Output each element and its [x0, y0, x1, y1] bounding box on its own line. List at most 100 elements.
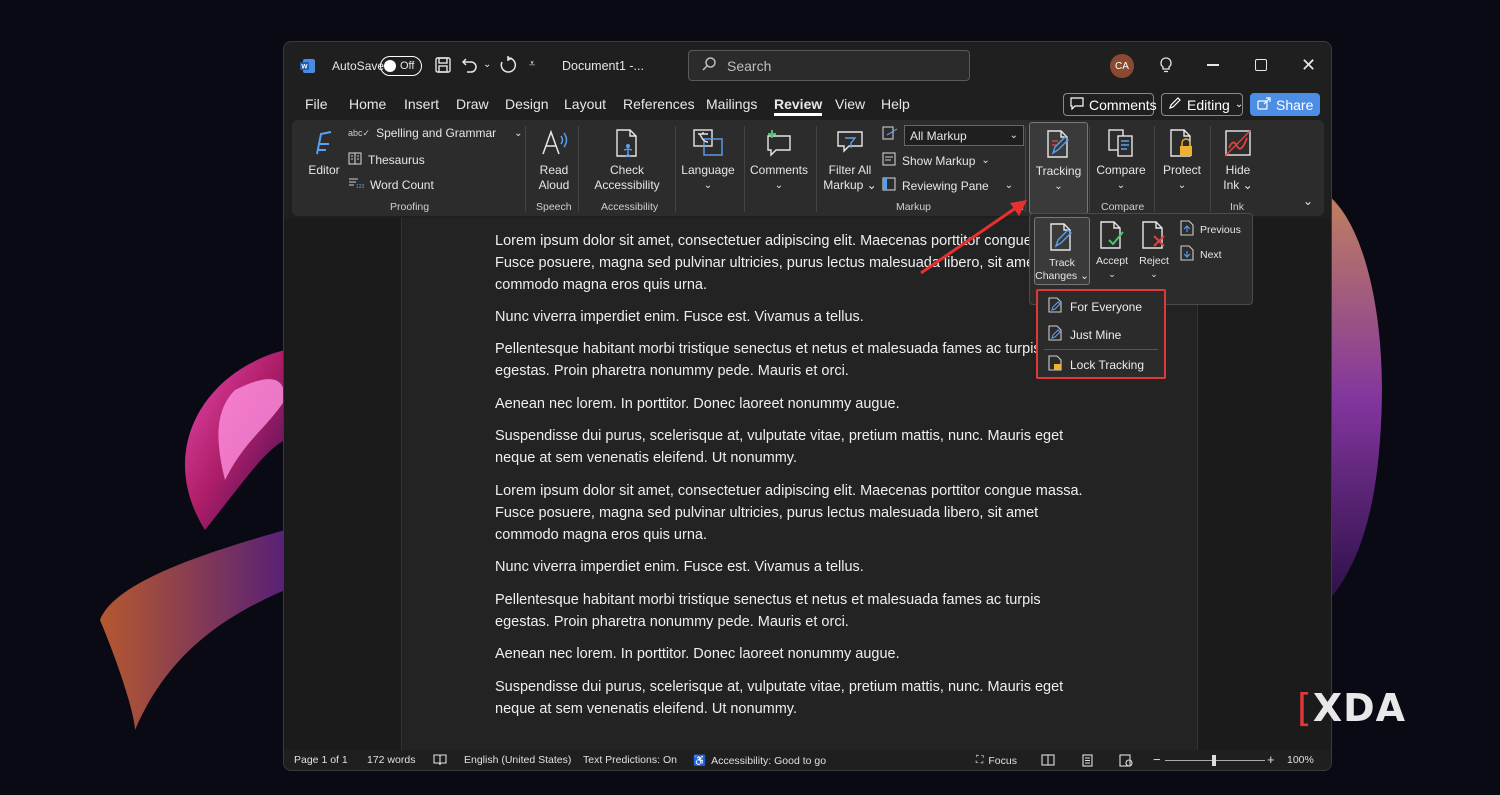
filter-all-label: Filter All [828, 163, 872, 177]
tracking-label: Tracking [1035, 164, 1082, 178]
read-aloud-button[interactable]: Read Aloud [530, 126, 578, 193]
paragraph: Nunc viverra imperdiet enim. Fusce est. … [495, 559, 864, 575]
previous-change-button[interactable]: Previous [1180, 220, 1241, 239]
editor-button[interactable]: Editor [304, 126, 344, 178]
tab-view[interactable]: View [835, 96, 865, 112]
paragraph: Nunc viverra imperdiet enim. Fusce est. … [495, 309, 864, 325]
reviewing-pane-button[interactable]: Reviewing Pane ⌄ [882, 177, 1013, 194]
maximize-icon[interactable] [1255, 59, 1267, 71]
reject-button[interactable]: Reject ⌄ [1136, 218, 1172, 281]
next-change-button[interactable]: Next [1180, 245, 1222, 264]
hide-ink-button[interactable]: Hide Ink ⌄ [1214, 126, 1262, 193]
language-button[interactable]: Language ⌄ [680, 126, 736, 193]
focus-mode-button[interactable]: ⛶ Focus [976, 754, 1017, 767]
tab-mailings[interactable]: Mailings [706, 96, 757, 112]
tab-help[interactable]: Help [881, 96, 910, 112]
autosave-state: Off [400, 60, 415, 72]
compare-group-label: Compare [1101, 201, 1145, 213]
accept-label: Accept [1095, 255, 1129, 267]
accept-button[interactable]: Accept ⌄ [1094, 218, 1130, 281]
lightbulb-icon[interactable] [1158, 56, 1174, 74]
save-icon[interactable] [434, 56, 452, 74]
lock-tracking-icon [1048, 355, 1062, 374]
all-markup-select[interactable]: All Markup ⌄ [904, 125, 1024, 146]
read-aloud-label-line2: Aloud [538, 178, 570, 192]
avatar[interactable]: CA [1110, 54, 1134, 78]
zoom-level[interactable]: 100% [1287, 754, 1314, 766]
tracking-icon [1042, 127, 1076, 161]
autosave-toggle[interactable]: Off [380, 56, 422, 76]
compare-label: Compare [1096, 163, 1146, 177]
customize-toolbar-icon[interactable]: ⩡ [529, 58, 535, 71]
compare-button[interactable]: Compare ⌄ [1092, 126, 1150, 193]
spelling-label: Spelling and Grammar [376, 126, 497, 140]
accessibility-status-label: Accessibility: Good to go [711, 754, 827, 767]
tab-file[interactable]: File [305, 96, 328, 112]
read-mode-icon[interactable] [1041, 754, 1055, 766]
editing-mode-button[interactable]: Editing ⌄ [1161, 93, 1243, 116]
redo-icon[interactable] [498, 55, 518, 75]
tab-references[interactable]: References [623, 96, 695, 112]
track-changes-button[interactable]: Track Changes ⌄ [1034, 217, 1090, 285]
track-changes-line2: Changes ⌄ [1035, 270, 1089, 282]
status-bar: Page 1 of 1 172 words English (United St… [284, 750, 1331, 770]
check-accessibility-button[interactable]: Check Accessibility [588, 126, 666, 193]
protect-button[interactable]: Protect ⌄ [1158, 126, 1206, 193]
print-layout-icon[interactable] [1082, 754, 1093, 767]
chevron-down-icon: ⌄ [1054, 181, 1063, 192]
language-status[interactable]: English (United States) [464, 754, 571, 766]
markup-display-icon [882, 126, 898, 145]
paragraph: Suspendisse dui purus, scelerisque at, v… [495, 679, 1064, 717]
tab-review[interactable]: Review [774, 96, 823, 116]
tab-home[interactable]: Home [349, 96, 386, 112]
comments-ribbon-button[interactable]: Comments ⌄ [749, 126, 809, 193]
show-markup-button[interactable]: Show Markup ⌄ [882, 152, 990, 169]
close-icon[interactable]: ✕ [1301, 55, 1316, 76]
undo-icon[interactable] [460, 55, 480, 75]
chevron-down-icon: ⌄ [1116, 180, 1126, 191]
tab-design[interactable]: Design [505, 96, 549, 112]
hide-ink-label-line2: Ink ⌄ [1223, 178, 1253, 192]
accessibility-status[interactable]: ♿ Accessibility: Good to go [693, 754, 827, 768]
thesaurus-button[interactable]: Thesaurus [348, 152, 425, 168]
collapse-ribbon-icon[interactable]: ⌄ [1303, 194, 1313, 208]
xda-watermark-text: XDA [1312, 686, 1407, 730]
filter-all-markup-button[interactable]: Filter All Markup ⌄ [822, 126, 878, 193]
compare-icon [1104, 126, 1138, 160]
web-layout-icon[interactable] [1119, 754, 1133, 767]
reviewing-pane-label: Reviewing Pane [902, 178, 989, 193]
menu-item-just-mine[interactable]: Just Mine [1048, 325, 1121, 344]
spelling-grammar-button[interactable]: abc✓ Spelling and Grammar ⌄ [348, 126, 523, 140]
word-count[interactable]: 172 words [367, 754, 415, 766]
spelling-icon: abc✓ [348, 127, 371, 138]
for-everyone-label: For Everyone [1070, 299, 1143, 314]
undo-chevron-icon[interactable]: ⌄ [483, 59, 491, 70]
reviewing-pane-icon [882, 177, 896, 194]
display-for-review-dropdown[interactable]: All Markup ⌄ [882, 125, 1024, 146]
minimize-icon[interactable] [1207, 64, 1219, 66]
menu-item-for-everyone[interactable]: For Everyone [1048, 297, 1142, 316]
zoom-in-icon[interactable]: + [1267, 752, 1275, 767]
proofing-status-icon[interactable] [433, 754, 447, 766]
read-aloud-label-line1: Read [539, 163, 569, 177]
editor-label: Editor [308, 163, 340, 177]
title-bar: W AutoSave Off ⌄ ⩡ Document1 -... Search… [284, 42, 1331, 90]
tab-layout[interactable]: Layout [564, 96, 606, 112]
word-count-button[interactable]: 123 Word Count [348, 177, 434, 192]
menu-item-lock-tracking[interactable]: Lock Tracking [1048, 355, 1144, 374]
share-button[interactable]: Share [1250, 93, 1320, 116]
ribbon-divider [675, 126, 676, 212]
paragraph: Pellentesque habitant morbi tristique se… [495, 341, 1041, 379]
page-count[interactable]: Page 1 of 1 [294, 754, 348, 766]
zoom-slider-thumb[interactable] [1212, 755, 1216, 766]
zoom-out-icon[interactable]: − [1153, 752, 1161, 767]
tab-insert[interactable]: Insert [404, 96, 439, 112]
chevron-down-icon: ⌄ [1150, 269, 1158, 279]
autosave-label: AutoSave [332, 59, 385, 73]
tab-draw[interactable]: Draw [456, 96, 489, 112]
comments-button[interactable]: Comments [1063, 93, 1157, 116]
search-input[interactable]: Search [688, 50, 970, 81]
tracking-button[interactable]: Tracking ⌄ [1029, 122, 1088, 214]
text-predictions-status[interactable]: Text Predictions: On [583, 754, 677, 766]
share-icon [1257, 96, 1271, 113]
